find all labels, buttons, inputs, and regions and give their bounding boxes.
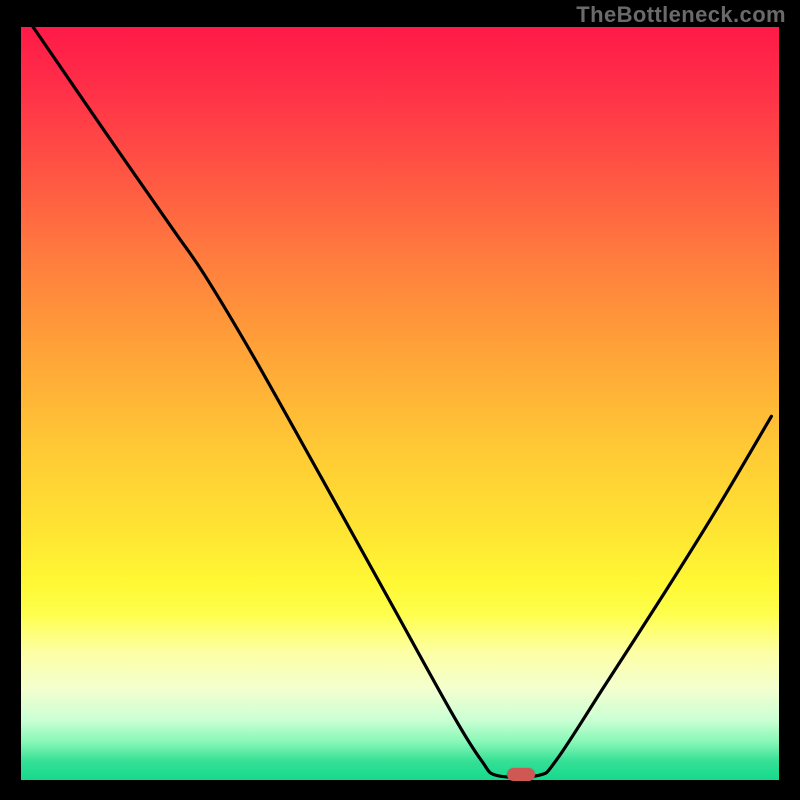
chart-plot-area: [21, 27, 779, 780]
bottleneck-curve-path: [33, 27, 771, 777]
bottleneck-curve-svg: [21, 27, 779, 780]
page-root: TheBottleneck.com: [0, 0, 800, 800]
optimum-marker: [507, 768, 535, 781]
watermark-text: TheBottleneck.com: [576, 2, 786, 28]
